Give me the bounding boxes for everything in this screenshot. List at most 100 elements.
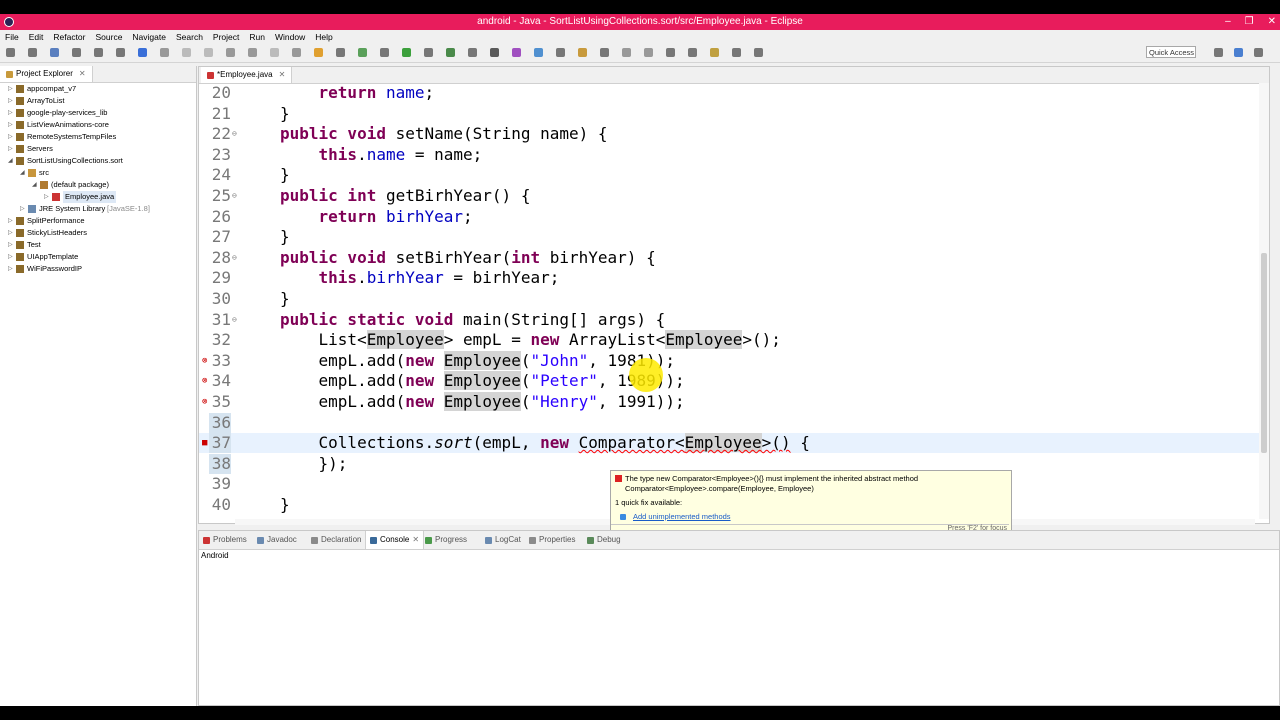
tree-item[interactable]: ▷ WiFiPasswordIP: [0, 263, 196, 275]
menu-edit[interactable]: Edit: [24, 30, 49, 44]
tab-progress[interactable]: Progress: [425, 531, 467, 549]
tab-employee-java[interactable]: *Employee.java ✕: [201, 67, 293, 83]
toolbar-icon[interactable]: [732, 48, 741, 57]
toolbar-icon[interactable]: [28, 48, 37, 57]
menu-search[interactable]: Search: [171, 30, 208, 44]
tree-item[interactable]: ◢ src: [0, 167, 196, 179]
expand-right-icon[interactable]: ▷: [8, 119, 13, 131]
tree-item[interactable]: ▷ Servers: [0, 143, 196, 155]
expand-down-icon[interactable]: ◢: [32, 179, 37, 191]
tree-item[interactable]: ▷ ListViewAnimations-core: [0, 119, 196, 131]
toolbar-icon[interactable]: [6, 48, 15, 57]
expand-right-icon[interactable]: ▷: [8, 227, 13, 239]
toolbar-icon[interactable]: [402, 48, 411, 57]
expand-right-icon[interactable]: ▷: [8, 215, 13, 227]
expand-right-icon[interactable]: ▷: [44, 191, 49, 203]
tab-logcat[interactable]: LogCat: [485, 531, 521, 549]
expand-right-icon[interactable]: ▷: [8, 83, 13, 95]
tree-item[interactable]: ▷ UIAppTemplate: [0, 251, 196, 263]
toolbar-icon[interactable]: [666, 48, 675, 57]
tree-item[interactable]: ◢ (default package): [0, 179, 196, 191]
code-line[interactable]: 31 ⊖ public static void main(String[] args…: [199, 310, 1259, 330]
toolbar-icon[interactable]: [116, 48, 125, 57]
perspective-icon[interactable]: [1234, 48, 1243, 57]
error-marker-icon[interactable]: ⊗: [202, 371, 207, 391]
error-marker-icon[interactable]: ■: [202, 433, 207, 453]
tree-item[interactable]: ▷ Test: [0, 239, 196, 251]
tab-debug[interactable]: Debug: [587, 531, 621, 549]
error-marker-icon[interactable]: ⊗: [202, 392, 207, 412]
menu-refactor[interactable]: Refactor: [48, 30, 90, 44]
code-line[interactable]: 37 ■ Collections.sort(empL, new Comparato…: [199, 433, 1259, 454]
toolbar-icon[interactable]: [578, 48, 587, 57]
fold-icon[interactable]: ⊖: [232, 248, 237, 268]
menu-file[interactable]: File: [0, 30, 24, 44]
toolbar-icon[interactable]: [204, 48, 213, 57]
tree-item[interactable]: ▷ JRE System Library [JavaSE-1.8]: [0, 203, 196, 215]
menu-source[interactable]: Source: [90, 30, 127, 44]
toolbar-icon[interactable]: [446, 48, 455, 57]
close-button[interactable]: ✕: [1268, 14, 1276, 30]
expand-right-icon[interactable]: ▷: [8, 107, 13, 119]
minimize-button[interactable]: –: [1225, 14, 1231, 30]
tree-item[interactable]: ▷ appcompat_v7: [0, 83, 196, 95]
fold-icon[interactable]: ⊖: [232, 124, 237, 144]
toolbar-icon[interactable]: [688, 48, 697, 57]
tree-item[interactable]: ▷ RemoteSystemsTempFiles: [0, 131, 196, 143]
code-line[interactable]: 28 ⊖ public void setBirhYear(int birhYear)…: [199, 248, 1259, 268]
menu-navigate[interactable]: Navigate: [127, 30, 171, 44]
code-line[interactable]: 25 ⊖ public int getBirhYear() {: [199, 186, 1259, 206]
tree-item[interactable]: ▷ ArrayToList: [0, 95, 196, 107]
fold-icon[interactable]: ⊖: [232, 310, 237, 330]
toolbar-icon[interactable]: [710, 48, 719, 57]
tab-console[interactable]: Console ✕: [365, 531, 425, 549]
tree-item[interactable]: ▷ SplitPerformance: [0, 215, 196, 227]
error-marker-icon[interactable]: ⊗: [202, 351, 207, 371]
toolbar-icon[interactable]: [512, 48, 521, 57]
code-line[interactable]: 23 this.name = name;: [199, 145, 1259, 165]
quick-access-field[interactable]: Quick Access: [1146, 46, 1196, 58]
menu-run[interactable]: Run: [244, 30, 270, 44]
fold-icon[interactable]: ⊖: [232, 186, 237, 206]
tree-item[interactable]: ◢ SortListUsingCollections.sort: [0, 155, 196, 167]
code-line[interactable]: 29 this.birhYear = birhYear;: [199, 268, 1259, 288]
code-line[interactable]: 22 ⊖ public void setName(String name) {: [199, 124, 1259, 144]
tab-project-explorer[interactable]: Project Explorer ✕: [0, 66, 93, 82]
toolbar-icon[interactable]: [644, 48, 653, 57]
toolbar-icon[interactable]: [270, 48, 279, 57]
toolbar-icon[interactable]: [94, 48, 103, 57]
code-line[interactable]: 27}: [199, 227, 1259, 247]
perspective-icon[interactable]: [1254, 48, 1263, 57]
add-unimplemented-methods-link[interactable]: Add unimplemented methods: [633, 512, 731, 521]
code-line[interactable]: 35 ⊗ empL.add(new Employee("Henry", 1991)…: [199, 392, 1259, 412]
toolbar-icon[interactable]: [336, 48, 345, 57]
toolbar-icon[interactable]: [182, 48, 191, 57]
code-line[interactable]: 26 return birhYear;: [199, 207, 1259, 227]
code-line[interactable]: 34⊗ empL.add(new Employee("Peter", 1989)…: [199, 371, 1259, 391]
code-line[interactable]: 33 ⊗ empL.add(new Employee("John", 1981))…: [199, 350, 1259, 371]
toolbar-icon[interactable]: [424, 48, 433, 57]
tree-item[interactable]: ▷ Employee.java: [0, 191, 196, 203]
tree-item[interactable]: ▷ StickyListHeaders: [0, 227, 196, 239]
toolbar-icon[interactable]: [490, 48, 499, 57]
toolbar-icon[interactable]: [50, 48, 59, 57]
toolbar-icon[interactable]: [600, 48, 609, 57]
menu-help[interactable]: Help: [310, 30, 337, 44]
toolbar-icon[interactable]: [314, 48, 323, 57]
toolbar-icon[interactable]: [622, 48, 631, 57]
expand-right-icon[interactable]: ▷: [8, 131, 13, 143]
toolbar-icon[interactable]: [556, 48, 565, 57]
expand-right-icon[interactable]: ▷: [8, 239, 13, 251]
tab-declaration[interactable]: Declaration: [311, 531, 361, 549]
expand-down-icon[interactable]: ◢: [8, 155, 13, 167]
expand-right-icon[interactable]: ▷: [20, 203, 25, 215]
code-line[interactable]: 32 List<Employee> empL = new ArrayList<E…: [199, 330, 1259, 350]
toolbar-icon[interactable]: [160, 48, 169, 57]
tree-item[interactable]: ▷ google-play-services_lib: [0, 107, 196, 119]
tab-javadoc[interactable]: Javadoc: [257, 531, 297, 549]
toolbar-icon[interactable]: [380, 48, 389, 57]
toolbar-icon[interactable]: [292, 48, 301, 57]
vertical-scrollbar[interactable]: [1259, 83, 1269, 519]
code-line[interactable]: 20 return name;: [199, 83, 1259, 103]
expand-right-icon[interactable]: ▷: [8, 263, 13, 275]
